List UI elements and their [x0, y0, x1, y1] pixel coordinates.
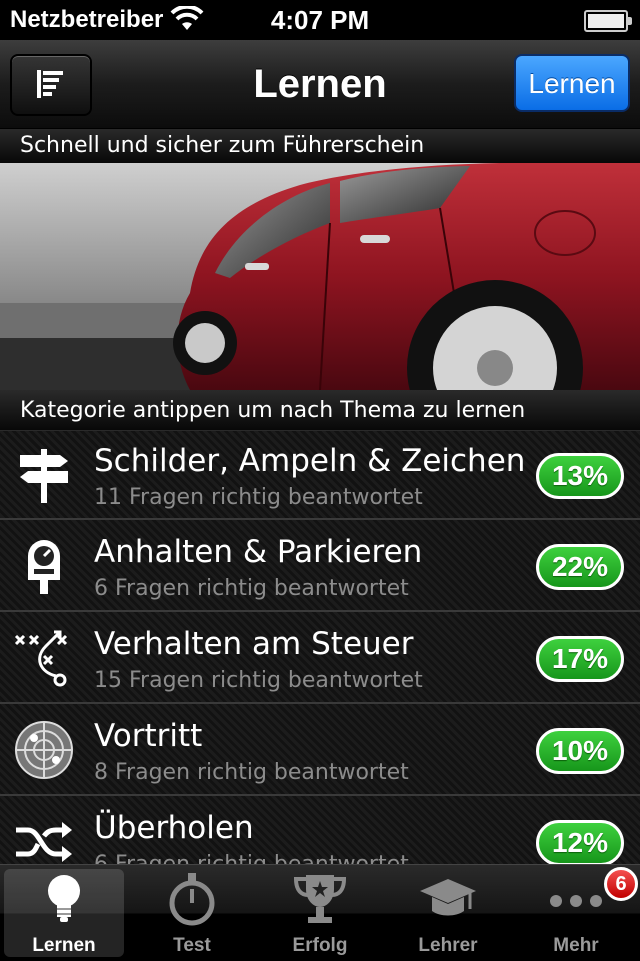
radar-icon [15, 721, 73, 779]
tactics-icon [14, 630, 68, 687]
tab-label: Erfolg [292, 935, 348, 956]
tab-lernen[interactable]: Lernen [0, 865, 128, 961]
tab-lehrer[interactable]: Lehrer [384, 865, 512, 961]
category-row-parking[interactable]: Anhalten & Parkieren 6 Fragen richtig be… [0, 522, 640, 612]
tab-test[interactable]: Test [128, 865, 256, 961]
category-list: Schilder, Ampeln & Zeichen 11 Fragen ric… [0, 430, 640, 865]
shuffle-icon [16, 822, 72, 862]
notification-badge: 6 [604, 867, 638, 901]
hero-car-image [0, 163, 640, 390]
signpost-icon [20, 449, 68, 503]
category-label: Anhalten & Parkieren [94, 534, 423, 570]
navigation-bar: Lernen Lernen [0, 40, 640, 129]
category-row-overtaking[interactable]: Überholen 6 Fragen richtig beantwortet 1… [0, 798, 640, 865]
learn-button[interactable]: Lernen [514, 54, 630, 112]
progress-badge: 12% [536, 820, 624, 865]
tab-label: Mehr [553, 935, 599, 956]
progress-badge: 17% [536, 636, 624, 682]
category-label: Vortritt [94, 718, 203, 754]
battery-icon [584, 10, 632, 32]
progress-badge: 22% [536, 544, 624, 590]
tab-label: Lernen [32, 935, 96, 956]
tab-label: Test [173, 935, 211, 956]
tab-mehr[interactable]: 6 Mehr [512, 865, 640, 961]
category-row-right-of-way[interactable]: Vortritt 8 Fragen richtig beantwortet 10… [0, 706, 640, 796]
status-bar: Netzbetreiber 4:07 PM [0, 0, 640, 40]
tab-label: Lehrer [418, 935, 478, 956]
category-subtitle: 11 Fragen richtig beantwortet [94, 485, 423, 510]
stopwatch-icon [169, 873, 215, 926]
more-icon [550, 895, 602, 907]
graduation-cap-icon [420, 879, 476, 916]
trophy-icon [293, 875, 347, 923]
category-label: Überholen [94, 810, 254, 846]
category-subtitle: 15 Fragen richtig beantwortet [94, 668, 423, 693]
progress-badge: 13% [536, 453, 624, 499]
tab-erfolg[interactable]: Erfolg [256, 865, 384, 961]
category-label: Schilder, Ampeln & Zeichen [94, 443, 526, 479]
category-row-signs[interactable]: Schilder, Ampeln & Zeichen 11 Fragen ric… [0, 430, 640, 520]
clock: 4:07 PM [270, 5, 370, 35]
category-subtitle: 8 Fragen richtig beantwortet [94, 760, 409, 785]
parking-meter-icon [28, 540, 60, 594]
lightbulb-icon [48, 875, 80, 922]
tab-bar: Lernen Test Erfolg Lehrer 6 Mehr [0, 864, 640, 961]
intro-header: Schnell und sicher zum Führerschein [0, 129, 640, 163]
instruction-header: Kategorie antippen um nach Thema zu lern… [0, 390, 640, 430]
progress-badge: 10% [536, 728, 624, 774]
category-subtitle: 6 Fragen richtig beantwortet [94, 576, 409, 601]
category-row-behavior[interactable]: Verhalten am Steuer 15 Fragen richtig be… [0, 614, 640, 704]
category-label: Verhalten am Steuer [94, 626, 414, 662]
